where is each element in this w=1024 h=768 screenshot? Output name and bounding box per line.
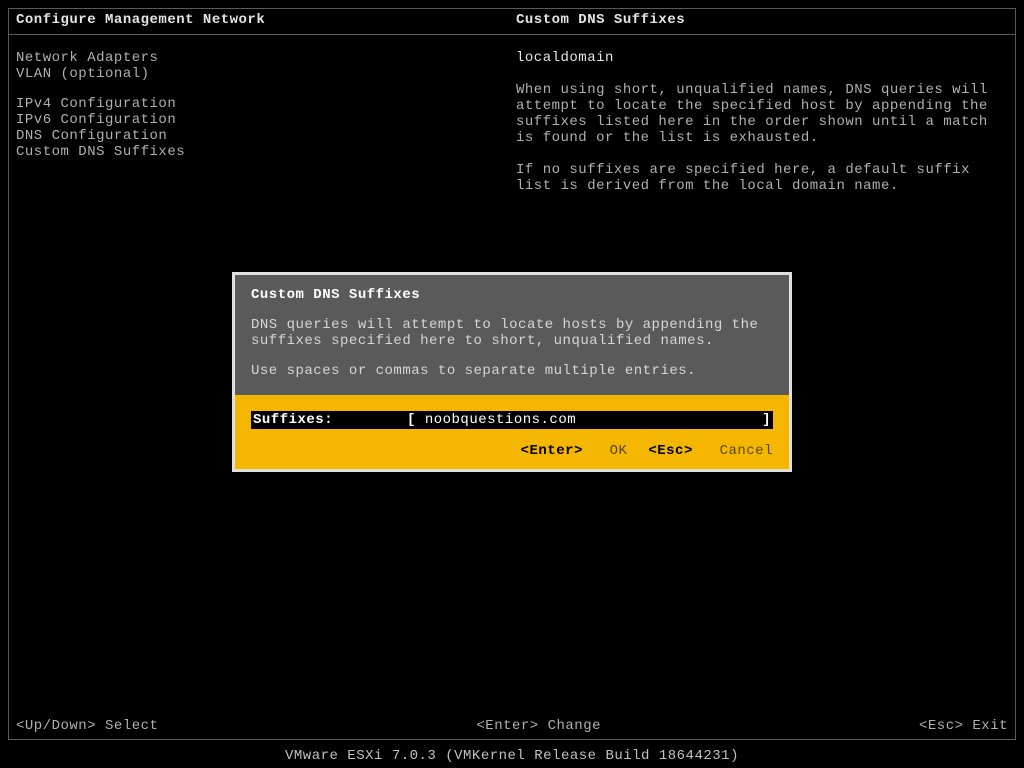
dialog-header-area: Custom DNS Suffixes DNS queries will att… xyxy=(232,272,792,395)
dialog-text-1: DNS queries will attempt to locate hosts… xyxy=(251,317,773,349)
right-paragraph-1: When using short, unqualified names, DNS… xyxy=(516,82,996,146)
page-title-left: Configure Management Network xyxy=(16,12,516,28)
menu-item-custom-dns-suffixes[interactable]: Custom DNS Suffixes xyxy=(16,144,496,160)
right-paragraph-2: If no suffixes are specified here, a def… xyxy=(516,162,996,194)
ok-label: OK xyxy=(610,443,628,459)
header-divider xyxy=(9,34,1015,35)
dialog-text-2: Use spaces or commas to separate multipl… xyxy=(251,363,773,379)
bracket-close: ] xyxy=(762,412,771,428)
header-row: Configure Management Network Custom DNS … xyxy=(16,12,1008,28)
menu-item-vlan[interactable]: VLAN (optional) xyxy=(16,66,496,82)
menu-group-2: IPv4 Configuration IPv6 Configuration DN… xyxy=(16,96,496,160)
dns-suffixes-dialog: Custom DNS Suffixes DNS queries will att… xyxy=(232,272,792,472)
enter-key-label: <Enter> xyxy=(521,443,583,459)
cancel-label: Cancel xyxy=(720,443,773,459)
right-info-pane: localdomain When using short, unqualifie… xyxy=(516,50,996,210)
dialog-input-area: Suffixes: [ ] <Enter> OK <Esc> Cancel xyxy=(232,395,792,472)
menu-item-dns-config[interactable]: DNS Configuration xyxy=(16,128,496,144)
footer-hints: <Up/Down> Select <Enter> Change <Esc> Ex… xyxy=(16,718,1008,734)
left-menu: Network Adapters VLAN (optional) IPv4 Co… xyxy=(16,50,496,174)
menu-group-1: Network Adapters VLAN (optional) xyxy=(16,50,496,82)
screen-root: Configure Management Network Custom DNS … xyxy=(0,0,1024,768)
menu-item-ipv4[interactable]: IPv4 Configuration xyxy=(16,96,496,112)
hint-change: <Enter> Change xyxy=(476,718,601,734)
esc-key-label: <Esc> xyxy=(648,443,693,459)
dialog-title: Custom DNS Suffixes xyxy=(251,287,773,303)
bracket-open: [ xyxy=(407,412,425,428)
suffixes-input[interactable] xyxy=(425,412,762,428)
page-title-right: Custom DNS Suffixes xyxy=(516,12,1008,28)
right-heading: localdomain xyxy=(516,50,996,66)
suffixes-field-row[interactable]: Suffixes: [ ] xyxy=(251,411,773,429)
menu-item-network-adapters[interactable]: Network Adapters xyxy=(16,50,496,66)
ok-button[interactable]: <Enter> OK xyxy=(521,443,628,459)
status-bar: VMware ESXi 7.0.3 (VMKernel Release Buil… xyxy=(0,748,1024,764)
suffixes-label: Suffixes: xyxy=(253,412,407,428)
menu-item-ipv6[interactable]: IPv6 Configuration xyxy=(16,112,496,128)
hint-select: <Up/Down> Select xyxy=(16,718,158,734)
cancel-button[interactable]: <Esc> Cancel xyxy=(648,443,773,459)
hint-exit: <Esc> Exit xyxy=(919,718,1008,734)
dialog-actions: <Enter> OK <Esc> Cancel xyxy=(251,443,773,459)
